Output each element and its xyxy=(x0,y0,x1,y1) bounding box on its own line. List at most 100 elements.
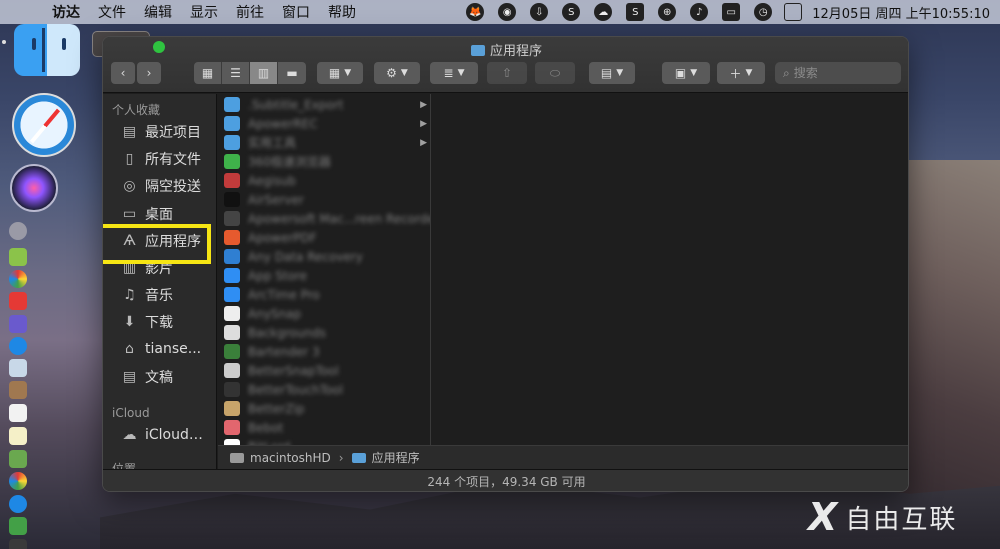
browser-dock-icon[interactable] xyxy=(9,270,27,288)
globe-icon[interactable]: ⊕ xyxy=(658,3,677,21)
folder-icon xyxy=(351,452,366,463)
new-file-button[interactable]: ▤ ▼ xyxy=(589,62,635,84)
sidebar-item-all-files[interactable]: ▯ 所有文件 xyxy=(103,147,216,171)
sidebar-item-downloads[interactable]: ⬇ 下载 xyxy=(103,310,216,334)
search-field[interactable]: ⌕ xyxy=(775,62,901,84)
menu-help[interactable]: 帮助 xyxy=(328,2,356,22)
status-area: 🦊 ◉ ⇩ S ☁ S ⊕ ♪ ▭ ◷ 12月05日 周四 上午10:55:10 xyxy=(452,0,1000,24)
sidebar-item-documents[interactable]: ▤ 文稿 xyxy=(103,365,216,389)
menu-file[interactable]: 文件 xyxy=(98,2,126,22)
menu-edit[interactable]: 编辑 xyxy=(144,2,172,22)
menu-clock[interactable]: 12月05日 周四 上午10:55:10 xyxy=(812,3,990,22)
list-item[interactable]: AirServer xyxy=(218,190,430,209)
launchpad-dock-icon[interactable] xyxy=(9,222,27,240)
folder-icon xyxy=(470,45,485,56)
wechat-dock-icon[interactable] xyxy=(9,517,27,535)
icon-view-icon[interactable]: ▦ xyxy=(194,62,222,84)
group-button[interactable]: ▦ ▼ xyxy=(317,62,363,84)
disclosure-arrow-icon: ▶ xyxy=(420,137,427,148)
siri-dock-icon[interactable] xyxy=(10,164,58,212)
documents-icon: ▤ xyxy=(122,369,137,385)
path-disk[interactable]: macintoshHD xyxy=(250,451,331,465)
android-dock-icon[interactable] xyxy=(9,248,27,266)
hard-disk-icon xyxy=(230,452,244,463)
list-item[interactable]: App Store xyxy=(218,266,430,285)
sidebar-item-airdrop[interactable]: ◎ 隔空投送 xyxy=(103,174,216,198)
gallery-view-icon[interactable]: ▬ xyxy=(278,62,306,84)
preview-dock-icon[interactable] xyxy=(9,359,27,377)
fox-icon[interactable]: 🦊 xyxy=(466,3,485,21)
list-item-label: Aegisub xyxy=(248,173,296,188)
add-button[interactable]: ＋ ▼ xyxy=(717,62,765,84)
calendar-icon[interactable] xyxy=(784,3,803,21)
menu-view[interactable]: 显示 xyxy=(190,2,218,22)
tag-button[interactable]: ⬭ xyxy=(535,62,575,84)
menu-go[interactable]: 前往 xyxy=(236,2,264,22)
list-item[interactable]: Apowersoft Mac...reen Recorder xyxy=(218,209,430,228)
share-button[interactable]: ⇧ xyxy=(487,62,527,84)
back-button[interactable]: ‹ xyxy=(111,62,135,84)
list-item[interactable]: ApowerREC ▶ xyxy=(218,114,430,133)
app-icon xyxy=(224,249,240,264)
safari-dock-icon[interactable] xyxy=(12,93,76,157)
menu-finder[interactable]: 访达 xyxy=(52,2,80,22)
music-icon[interactable]: ♪ xyxy=(690,3,709,21)
calendar-dock-icon[interactable] xyxy=(9,404,27,422)
sidebar-item-desktop[interactable]: ▭ 桌面 xyxy=(103,202,216,226)
notes-dock-icon[interactable] xyxy=(9,427,27,445)
list-item[interactable]: Backgrounds xyxy=(218,323,430,342)
extension-button[interactable]: ▣ ▼ xyxy=(662,62,710,84)
s-icon[interactable]: S xyxy=(562,3,581,21)
list-item[interactable]: ApowerPDF xyxy=(218,228,430,247)
sidebar-item-icloud[interactable]: ☁ iCloud… xyxy=(103,423,216,447)
action-button[interactable]: ⚙ ▼ xyxy=(374,62,420,84)
list-item[interactable]: BetterTouchTool xyxy=(218,380,430,399)
list-item[interactable]: AnySnap xyxy=(218,304,430,323)
path-folder[interactable]: 应用程序 xyxy=(372,449,420,466)
menu-window[interactable]: 窗口 xyxy=(282,2,310,22)
messages-dock-icon[interactable] xyxy=(9,495,27,513)
app-icon xyxy=(224,268,240,283)
camera-dock-icon[interactable] xyxy=(9,539,27,549)
monitor-icon[interactable]: ▭ xyxy=(722,3,741,21)
list-item[interactable]: Bartender 3 xyxy=(218,342,430,361)
list-item[interactable]: Aegisub xyxy=(218,171,430,190)
list-item[interactable]: .Subtitle_Export ▶ xyxy=(218,95,430,114)
sidebar-item-music[interactable]: ♫ 音乐 xyxy=(103,283,216,307)
folder-icon xyxy=(224,116,240,131)
shield-icon[interactable]: ◉ xyxy=(498,3,517,21)
ghost-icon[interactable]: ☁ xyxy=(594,3,613,21)
chevron-down-icon: ▼ xyxy=(400,68,408,78)
forward-button[interactable]: › xyxy=(137,62,161,84)
running-indicator xyxy=(2,40,6,44)
list-item[interactable]: 实用工具 ▶ xyxy=(218,133,430,152)
list-item[interactable]: BitLord xyxy=(218,437,430,445)
photos-dock-icon[interactable] xyxy=(9,472,27,490)
desktop-icon: ▭ xyxy=(122,206,137,222)
sidebar-item-recents[interactable]: ▤ 最近项目 xyxy=(103,120,216,144)
gear-icon: ⚙ xyxy=(386,66,397,80)
app-icon xyxy=(224,420,240,435)
clock-icon[interactable]: ◷ xyxy=(754,3,773,21)
list-item[interactable]: Any Data Recovery xyxy=(218,247,430,266)
list-item[interactable]: Bebot xyxy=(218,418,430,437)
app-icon xyxy=(224,363,240,378)
list-item[interactable]: 360极速浏览器 xyxy=(218,152,430,171)
list-item[interactable]: ArcTime Pro xyxy=(218,285,430,304)
finder-dock-icon[interactable] xyxy=(14,24,80,76)
locations-header: 位置 xyxy=(112,462,137,469)
safari-small-dock-icon[interactable] xyxy=(9,337,27,355)
search-input[interactable] xyxy=(793,66,884,80)
sidebar-item-home[interactable]: ⌂ tianse... xyxy=(103,337,216,361)
s-square-icon[interactable]: S xyxy=(626,3,645,21)
column-view-icon[interactable]: ▥ xyxy=(250,62,278,84)
app-red-dock-icon[interactable] xyxy=(9,292,27,310)
list-item[interactable]: BetterSnapTool xyxy=(218,361,430,380)
list-view-icon[interactable]: ☰ xyxy=(222,62,250,84)
contacts-dock-icon[interactable] xyxy=(9,381,27,399)
list-item[interactable]: BetterZip xyxy=(218,399,430,418)
arrange-button[interactable]: ≣ ▼ xyxy=(430,62,478,84)
app-purple-dock-icon[interactable] xyxy=(9,315,27,333)
download-icon[interactable]: ⇩ xyxy=(530,3,549,21)
maps-dock-icon[interactable] xyxy=(9,450,27,468)
